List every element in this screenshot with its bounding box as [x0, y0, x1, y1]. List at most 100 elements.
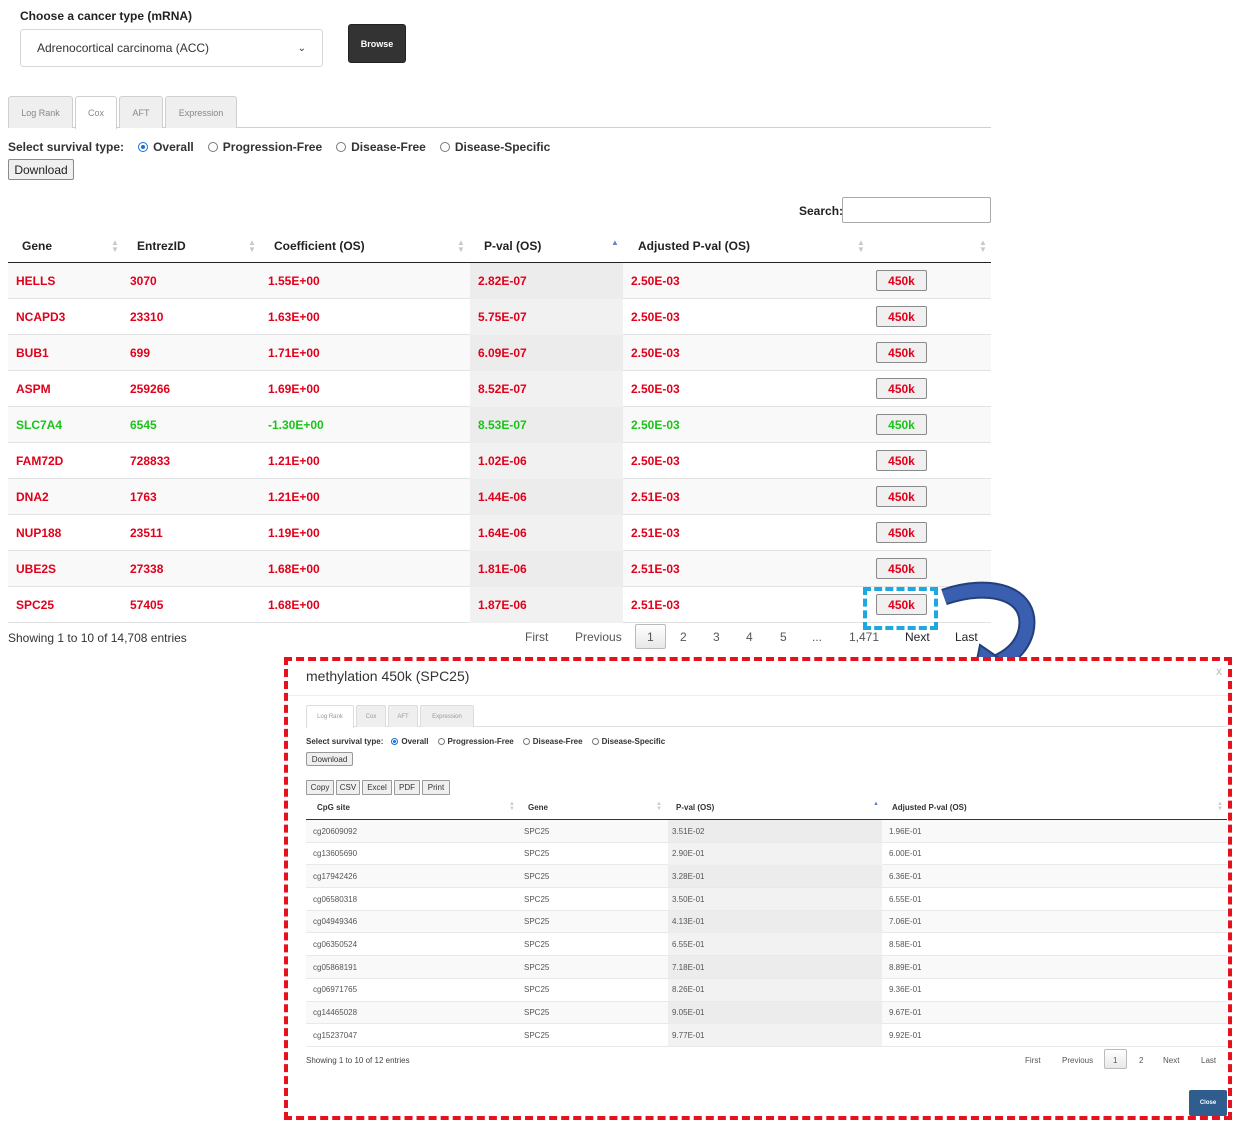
cell-pval: 1.44E-06	[478, 490, 527, 504]
browse-button[interactable]: Browse	[348, 24, 406, 63]
methylation-450k-button[interactable]: 450k	[876, 450, 927, 471]
cell-entrez: 1763	[130, 490, 157, 504]
radio-label: Disease-Specific	[454, 140, 551, 154]
print-button[interactable]: Print	[422, 780, 450, 795]
table-row: BUB1 699 1.71E+00 6.09E-07 2.50E-03 450k	[8, 335, 991, 371]
table-body: HELLS 3070 1.55E+00 2.82E-07 2.50E-03 450k NCA…	[8, 263, 991, 623]
tab-expression[interactable]: Expression	[165, 96, 237, 128]
cell-adj: 2.51E-03	[631, 526, 680, 540]
sort-icon: ▲ ▼	[509, 801, 515, 812]
table-row: HELLS 3070 1.55E+00 2.82E-07 2.50E-03 450k	[8, 263, 991, 299]
cell-pval: 6.09E-07	[478, 346, 527, 360]
tab-aft[interactable]: AFT	[119, 96, 163, 128]
page-2[interactable]: 2	[680, 630, 687, 644]
methylation-450k-button[interactable]: 450k	[876, 486, 927, 507]
radio-disease-specific[interactable]: Disease-Specific	[439, 140, 551, 154]
column-header-entrezid[interactable]: EntrezID	[137, 228, 186, 263]
cell-entrez: 728833	[130, 454, 171, 468]
modal-page-1[interactable]: 1	[1113, 1056, 1117, 1065]
cell-gene: SPC25	[524, 939, 550, 949]
cell-entrez: 57405	[130, 598, 164, 612]
modal-radio-progression-free[interactable]: Progression-Free	[437, 737, 514, 746]
cell-pval: 2.82E-07	[478, 274, 527, 288]
modal-tab-log-rank[interactable]: Log Rank	[306, 705, 354, 728]
cpg-table-header: CpG site ▲ ▼ Gene ▲ ▼ P-val (OS) ▲ Adjuste…	[306, 795, 1227, 820]
search-input[interactable]	[842, 197, 991, 223]
cell-pval: 3.28E-01	[672, 871, 705, 881]
modal-tab-cox[interactable]: Cox	[356, 705, 386, 727]
download-button[interactable]: Download	[8, 159, 74, 180]
radio-label: Overall	[401, 737, 429, 746]
modal-page-2[interactable]: 2	[1139, 1056, 1143, 1065]
modal-download-button[interactable]: Download	[306, 752, 353, 766]
radio-dot	[437, 738, 445, 745]
modal-page-previous[interactable]: Previous	[1062, 1056, 1093, 1065]
column-header-adjusted-pval[interactable]: Adjusted P-val (OS)	[638, 228, 750, 263]
column-header-pval[interactable]: P-val (OS)	[484, 228, 541, 263]
table-row: cg15237047 SPC25 9.77E-01 9.92E-01	[306, 1024, 1227, 1047]
cell-entrez: 3070	[130, 274, 157, 288]
page-3[interactable]: 3	[713, 630, 720, 644]
column-header-cpg-site[interactable]: CpG site	[317, 795, 350, 820]
modal-page-last[interactable]: Last	[1201, 1056, 1216, 1065]
table-row: cg05868191 SPC25 7.18E-01 8.89E-01	[306, 956, 1227, 979]
methylation-450k-button[interactable]: 450k	[876, 378, 927, 399]
methylation-450k-button[interactable]: 450k	[876, 342, 927, 363]
modal-page-first[interactable]: First	[1025, 1056, 1041, 1065]
page-1471[interactable]: 1,471	[849, 630, 879, 644]
column-header-adjusted-pval[interactable]: Adjusted P-val (OS)	[892, 795, 967, 820]
pdf-button[interactable]: PDF	[394, 780, 420, 795]
methylation-450k-button[interactable]: 450k	[876, 270, 927, 291]
csv-button[interactable]: CSV	[336, 780, 360, 795]
table-row: NCAPD3 23310 1.63E+00 5.75E-07 2.50E-03 450k	[8, 299, 991, 335]
close-icon[interactable]: x	[1216, 664, 1222, 678]
cell-adj: 6.00E-01	[889, 849, 922, 859]
page-first[interactable]: First	[525, 630, 548, 644]
modal-page-next[interactable]: Next	[1163, 1056, 1179, 1065]
methylation-450k-button[interactable]: 450k	[876, 414, 927, 435]
cell-adj: 2.50E-03	[631, 418, 680, 432]
cell-cpg: cg06350524	[313, 939, 358, 949]
results-table: Gene ▲ ▼ EntrezID ▲ ▼ Coefficient (OS) ▲ ▼ …	[8, 228, 991, 623]
modal-radio-overall[interactable]: Overall	[391, 737, 429, 746]
radio-progression-free[interactable]: Progression-Free	[207, 140, 322, 154]
column-header-gene[interactable]: Gene	[22, 228, 52, 263]
tab-log-rank[interactable]: Log Rank	[8, 96, 73, 128]
page-4[interactable]: 4	[746, 630, 753, 644]
modal-tab-expression[interactable]: Expression	[420, 705, 474, 727]
page-5[interactable]: 5	[780, 630, 787, 644]
modal-survival-type-group: Select survival type: Overall Progressio…	[306, 737, 674, 746]
cell-adj: 6.55E-01	[889, 894, 922, 904]
column-header-coefficient[interactable]: Coefficient (OS)	[274, 228, 365, 263]
cell-entrez: 6545	[130, 418, 157, 432]
radio-dot	[391, 738, 399, 745]
cancer-type-select[interactable]: Adrenocortical carcinoma (ACC) ⌄	[20, 29, 323, 67]
cell-pval: 3.50E-01	[672, 894, 705, 904]
search-label: Search:	[799, 204, 844, 218]
radio-overall[interactable]: Overall	[138, 140, 194, 154]
modal-tab-aft[interactable]: AFT	[388, 705, 418, 727]
tab-cox[interactable]: Cox	[75, 96, 117, 129]
cell-gene: SPC25	[16, 598, 55, 612]
methylation-450k-button[interactable]: 450k	[876, 522, 927, 543]
cell-cpg: cg06580318	[313, 894, 358, 904]
modal-survival-label: Select survival type:	[306, 737, 384, 746]
page-1[interactable]: 1	[647, 630, 654, 644]
page-previous[interactable]: Previous	[575, 630, 622, 644]
excel-button[interactable]: Excel	[362, 780, 392, 795]
cell-coef: 1.68E+00	[268, 598, 320, 612]
methylation-450k-button[interactable]: 450k	[876, 306, 927, 327]
methylation-450k-button[interactable]: 450k	[876, 558, 927, 579]
radio-disease-free[interactable]: Disease-Free	[336, 140, 426, 154]
modal-radio-disease-free[interactable]: Disease-Free	[522, 737, 583, 746]
page-next[interactable]: Next	[905, 630, 930, 644]
column-header-pval[interactable]: P-val (OS)	[676, 795, 714, 820]
sort-icon: ▲ ▼	[111, 238, 119, 254]
table-row: cg17942426 SPC25 3.28E-01 6.36E-01	[306, 865, 1227, 889]
close-button[interactable]: Close	[1189, 1090, 1227, 1116]
column-header-gene[interactable]: Gene	[528, 795, 548, 820]
radio-dot	[439, 142, 450, 152]
modal-radio-disease-specific[interactable]: Disease-Specific	[591, 737, 665, 746]
copy-button[interactable]: Copy	[306, 780, 334, 795]
cell-coef: 1.68E+00	[268, 562, 320, 576]
